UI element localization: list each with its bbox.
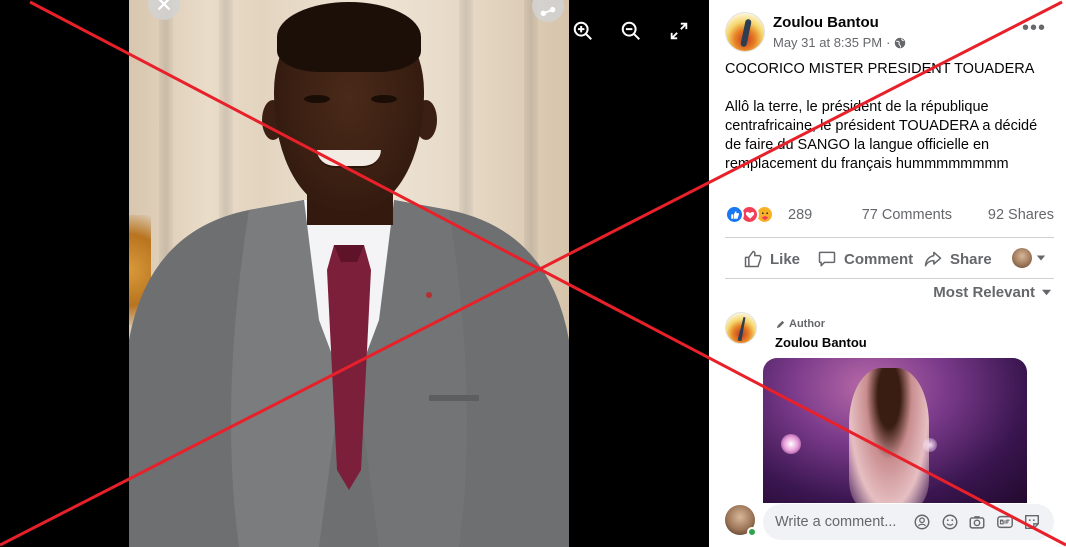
hair: [277, 2, 421, 72]
comment-label: Comment: [844, 250, 914, 268]
more-options-button[interactable]: •••: [1022, 18, 1046, 38]
stage-light: [781, 434, 801, 454]
avatar-sticker-icon[interactable]: [913, 513, 931, 531]
like-button[interactable]: Like: [743, 246, 800, 272]
post-meta: May 31 at 8:35 PM ·: [773, 35, 906, 50]
profile-avatar: [1012, 248, 1032, 268]
author-badge-label: Author: [789, 318, 826, 330]
comment-button[interactable]: Comment: [817, 246, 913, 272]
sticker-icon[interactable]: [1023, 513, 1041, 531]
stage-light: [923, 438, 937, 452]
fullscreen-icon: [670, 22, 688, 40]
shares-count[interactable]: 92 Shares: [988, 207, 1054, 223]
pencil-icon: [776, 320, 785, 328]
share-label: Share: [950, 250, 992, 268]
author-name[interactable]: Zoulou Bantou: [773, 14, 879, 31]
zoom-out-icon: [621, 21, 640, 40]
sort-label: Most Relevant: [933, 284, 1035, 301]
like-reaction-icon[interactable]: [725, 205, 744, 224]
comments-count[interactable]: 77 Comments: [862, 207, 952, 223]
photo-viewer: [0, 0, 709, 547]
close-icon: [157, 0, 171, 11]
comment-composer: [725, 502, 1054, 542]
globe-icon: [895, 37, 906, 48]
post-timestamp[interactable]: May 31 at 8:35 PM: [773, 35, 882, 50]
share-icon: [540, 6, 556, 17]
commenter-avatar[interactable]: [725, 312, 757, 344]
comment-gif[interactable]: [763, 358, 1027, 503]
post-paragraph: Allô la terre, le président de la républ…: [725, 99, 1038, 172]
reactions-summary: 289 77 Comments 92 Shares: [725, 205, 1054, 227]
meta-separator: ·: [886, 35, 891, 50]
smile: [317, 150, 381, 168]
zoom-in-icon: [573, 21, 592, 40]
zoom-in-button[interactable]: [568, 16, 598, 46]
comment-icon: [818, 251, 836, 267]
like-icon: [744, 250, 762, 268]
reaction-count[interactable]: 289: [788, 207, 812, 223]
gif-icon[interactable]: [996, 513, 1014, 531]
online-status-dot: [747, 527, 757, 537]
comment-sort-dropdown[interactable]: Most Relevant: [933, 284, 1052, 301]
fullscreen-button[interactable]: [664, 16, 694, 46]
eye: [304, 95, 330, 103]
post-body: COCORICO MISTER PRESIDENT TOUADERA Allô …: [725, 60, 1045, 193]
caret-down-icon: [1041, 289, 1052, 296]
suit-illustration: [129, 200, 569, 547]
react-as-selector[interactable]: [1012, 248, 1046, 268]
post-actions: Like Comment Share: [725, 237, 1054, 279]
eye: [371, 95, 397, 103]
post-paragraph: COCORICO MISTER PRESIDENT TOUADERA: [725, 61, 1035, 77]
emoji-icon[interactable]: [941, 513, 959, 531]
caret-down-icon: [1036, 255, 1046, 261]
author-badge: Author: [775, 318, 825, 330]
gif-performer: [849, 368, 929, 503]
comment-box[interactable]: [763, 504, 1054, 540]
camera-icon[interactable]: [968, 513, 986, 531]
comment-item: Author Zoulou Bantou: [725, 312, 1054, 503]
share-button[interactable]: Share: [923, 246, 992, 272]
comment-author[interactable]: Zoulou Bantou: [775, 335, 867, 350]
comment-input[interactable]: [775, 504, 915, 540]
post-photo: [129, 0, 569, 547]
share-arrow-icon: [924, 251, 942, 267]
like-label: Like: [770, 250, 801, 268]
post-header: Zoulou Bantou May 31 at 8:35 PM · •••: [725, 12, 1054, 52]
post-sidebar: Zoulou Bantou May 31 at 8:35 PM · ••• CO…: [709, 0, 1066, 547]
zoom-out-button[interactable]: [616, 16, 646, 46]
author-avatar[interactable]: [725, 12, 765, 52]
